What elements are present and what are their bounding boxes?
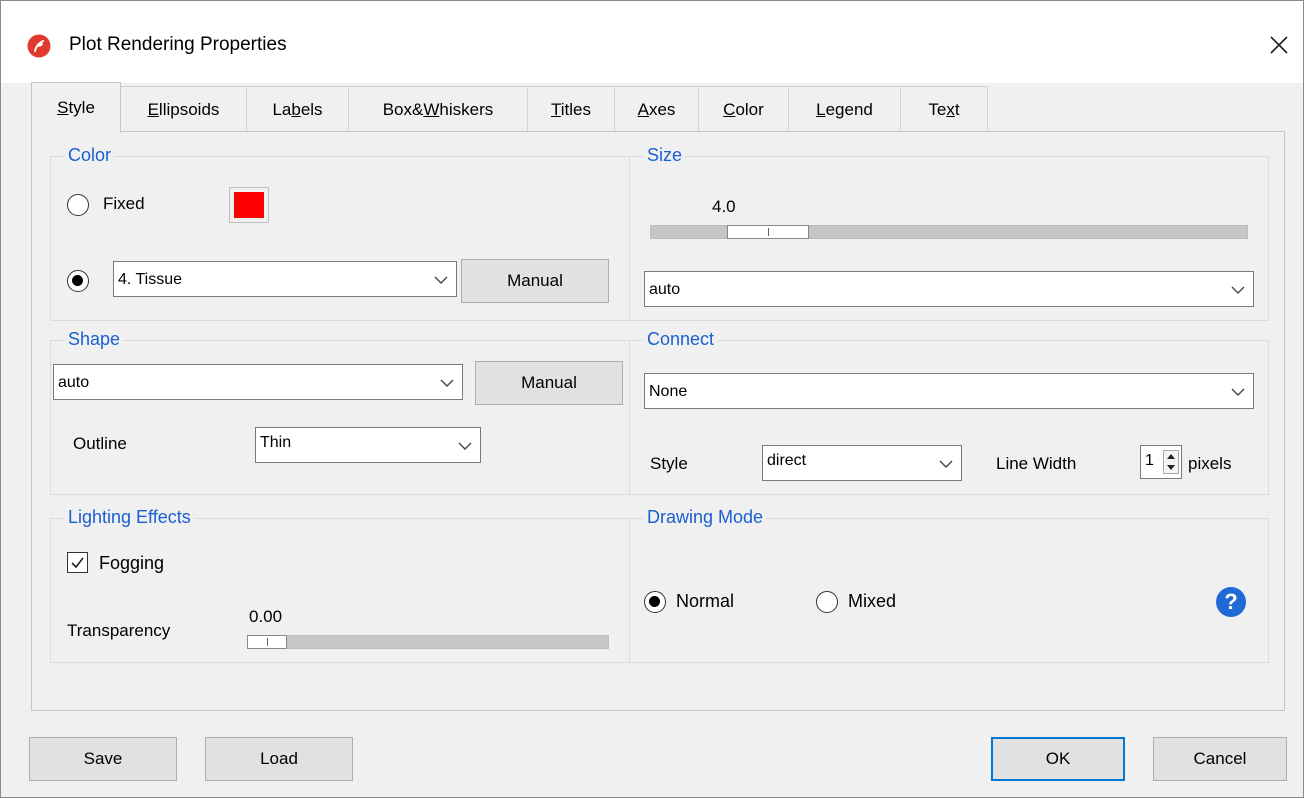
line-width-spinner[interactable]: 1 [1140,445,1182,479]
tab-label: Box&Whiskers [382,100,494,119]
dialog-window: Plot Rendering Properties Style Ellipsoi… [0,0,1304,798]
tab-label: Titles [551,100,591,119]
shape-group-title: Shape [65,329,124,350]
line-width-value: 1 [1145,452,1154,469]
ok-button[interactable]: OK [991,737,1125,781]
tab-label: Ellipsoids [147,100,220,119]
window-title: Plot Rendering Properties [69,34,287,55]
fogging-checkbox[interactable] [67,552,88,573]
color-manual-button[interactable]: Manual [461,259,609,303]
app-logo-icon [27,34,51,58]
fixed-color-radio[interactable] [67,194,89,216]
chevron-down-icon [440,379,454,387]
connect-group: Connect None Style direct Line Width 1 p… [629,329,1269,495]
tab-box-whiskers[interactable]: Box&Whiskers [348,86,528,132]
outline-label: Outline [73,434,127,453]
transparency-value: 0.00 [249,607,283,626]
size-group: Size 4.0 auto [629,145,1269,321]
outline-select-value: Thin [260,434,292,451]
tab-label: Axes [637,100,676,119]
shape-select[interactable]: auto [53,364,463,400]
color-swatch [234,192,264,218]
lighting-group-title: Lighting Effects [65,507,194,528]
tab-titles[interactable]: Titles [527,86,615,132]
mixed-mode-label: Mixed [848,591,897,611]
size-slider-value: 4.0 [712,197,736,216]
color-variable-select[interactable]: 4. Tissue [113,261,457,297]
chevron-down-icon [1231,286,1245,294]
load-button[interactable]: Load [205,737,353,781]
pixels-label: pixels [1188,454,1232,473]
chevron-down-icon [1231,388,1245,396]
connect-group-title: Connect [644,329,718,350]
normal-mode-label: Normal [676,591,735,611]
style-tab-panel: Color Fixed 4. Tissue Manual Size 4.0 au… [31,131,1285,711]
transparency-label: Transparency [67,621,171,640]
outline-select[interactable]: Thin [255,427,481,463]
color-group: Color Fixed 4. Tissue Manual [50,145,630,321]
lighting-effects-group: Lighting Effects Fogging Transparency 0.… [50,507,630,663]
normal-mode-radio[interactable] [644,591,666,613]
color-swatch-button[interactable] [229,187,269,223]
transparency-slider-thumb[interactable] [247,635,287,649]
tab-labels[interactable]: Labels [246,86,349,132]
tab-axes[interactable]: Axes [614,86,699,132]
size-select-value: auto [649,281,681,298]
tab-color[interactable]: Color [698,86,789,132]
connect-select[interactable]: None [644,373,1254,409]
size-group-title: Size [644,145,686,166]
shape-select-value: auto [58,374,90,391]
connect-select-value: None [649,383,688,400]
help-icon[interactable]: ? [1216,587,1246,617]
size-slider-thumb[interactable] [726,225,809,239]
variable-color-radio[interactable] [67,270,89,292]
tab-legend[interactable]: Legend [788,86,901,132]
fogging-label: Fogging [99,553,165,573]
chevron-down-icon [458,442,472,450]
shape-manual-button[interactable]: Manual [475,361,623,405]
save-button[interactable]: Save [29,737,177,781]
connect-style-label: Style [650,454,688,473]
shape-group: Shape auto Manual Outline Thin [50,329,630,495]
connect-style-value: direct [767,452,807,469]
title-bar: Plot Rendering Properties [1,1,1303,83]
tab-label: Style [57,98,95,117]
color-group-title: Color [65,145,115,166]
tab-label: Color [723,100,764,119]
color-variable-value: 4. Tissue [118,271,183,288]
line-width-label: Line Width [996,454,1077,473]
transparency-slider[interactable] [247,635,609,649]
tab-label: Legend [816,100,873,119]
tab-label: Labels [272,100,323,119]
chevron-down-icon [434,276,448,284]
fixed-label: Fixed [103,194,145,213]
checkmark-icon [71,557,84,569]
connect-style-select[interactable]: direct [762,445,962,481]
drawing-mode-group: Drawing Mode Normal Mixed ? [629,507,1269,663]
tab-label: Text [928,100,960,119]
size-select[interactable]: auto [644,271,1254,307]
chevron-down-icon [939,460,953,468]
close-icon[interactable] [1261,27,1297,63]
spinner-arrows-icon[interactable] [1163,450,1179,474]
cancel-button[interactable]: Cancel [1153,737,1287,781]
size-slider[interactable] [650,225,1248,239]
tab-ellipsoids[interactable]: Ellipsoids [120,86,247,132]
mixed-mode-radio[interactable] [816,591,838,613]
tab-text[interactable]: Text [900,86,988,132]
tab-style[interactable]: Style [31,82,121,133]
drawing-group-title: Drawing Mode [644,507,767,528]
